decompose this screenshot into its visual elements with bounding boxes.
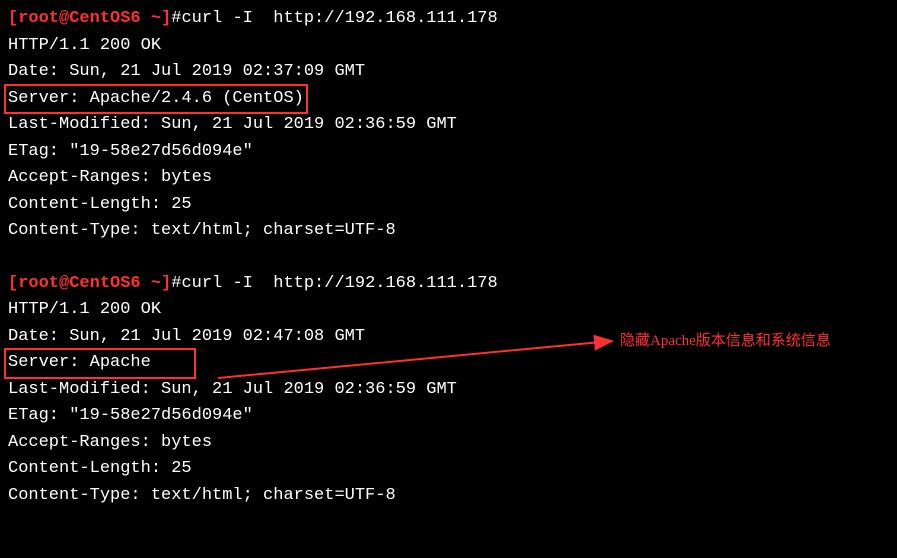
output-line: Accept-Ranges: bytes [8,430,889,457]
highlight-box-2: Server: Apache [4,348,196,379]
command-text[interactable]: curl -I http://192.168.111.178 [181,9,497,28]
boxed-server-line: Server: Apache [8,350,889,377]
output-line: Content-Type: text/html; charset=UTF-8 [8,218,889,245]
prompt-host: [root@CentOS6 ~] [8,9,171,28]
output-line: Last-Modified: Sun, 21 Jul 2019 02:36:59… [8,112,889,139]
output-line: Content-Type: text/html; charset=UTF-8 [8,483,889,510]
blank-line [8,245,889,271]
output-line: Accept-Ranges: bytes [8,165,889,192]
output-line: Date: Sun, 21 Jul 2019 02:37:09 GMT [8,59,889,86]
output-line: HTTP/1.1 200 OK [8,297,889,324]
command-text[interactable]: curl -I http://192.168.111.178 [181,274,497,293]
boxed-text: Server: Apache [8,353,151,372]
output-line: Last-Modified: Sun, 21 Jul 2019 02:36:59… [8,377,889,404]
prompt-host: [root@CentOS6 ~] [8,274,171,293]
prompt-hash: # [171,274,181,293]
prompt-hash: # [171,9,181,28]
annotation-text: 隐藏Apache版本信息和系统信息 [620,330,831,353]
output-line: ETag: "19-58e27d56d094e" [8,139,889,166]
output-line: Content-Length: 25 [8,192,889,219]
prompt-line-1: [root@CentOS6 ~]#curl -I http://192.168.… [8,6,889,33]
output-line: Content-Length: 25 [8,456,889,483]
output-line: HTTP/1.1 200 OK [8,33,889,60]
output-line: ETag: "19-58e27d56d094e" [8,403,889,430]
prompt-line-2: [root@CentOS6 ~]#curl -I http://192.168.… [8,271,889,298]
boxed-server-line: Server: Apache/2.4.6 (CentOS) [8,86,889,113]
highlight-box-1: Server: Apache/2.4.6 (CentOS) [4,84,308,115]
